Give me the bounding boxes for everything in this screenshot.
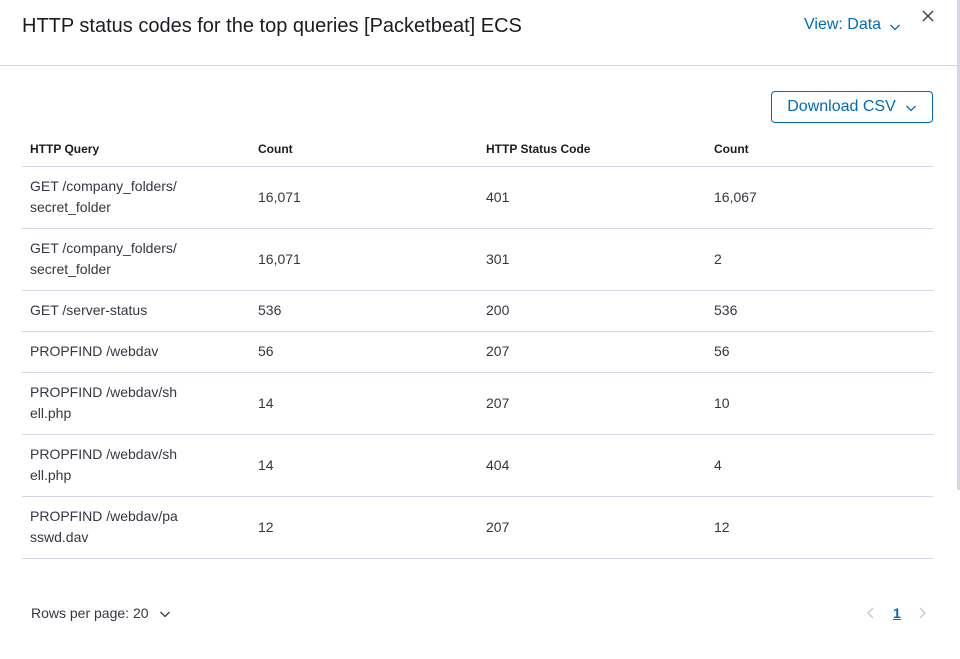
table-row: PROPFIND /webdav/shell.php 14 404 4	[22, 434, 933, 497]
cell-count: 12	[250, 496, 478, 559]
chevron-down-icon	[159, 607, 171, 619]
chevron-down-icon	[889, 19, 901, 31]
cell-count: 2	[706, 228, 933, 291]
cell-http-query: PROPFIND /webdav/passwd.dav	[30, 508, 178, 545]
flyout-title: HTTP status codes for the top queries [P…	[22, 15, 522, 37]
download-csv-button[interactable]: Download CSV	[771, 91, 933, 123]
flyout-panel: HTTP status codes for the top queries [P…	[0, 0, 960, 659]
cell-count: 4	[706, 434, 933, 497]
table-row: GET /server-status 536 200 536	[22, 290, 933, 332]
cell-status-code: 207	[478, 331, 706, 373]
cell-count: 536	[706, 290, 933, 332]
column-header-count[interactable]: Count	[250, 131, 478, 167]
rows-per-page-label: Rows per page: 20	[31, 605, 149, 621]
cell-status-code: 301	[478, 228, 706, 291]
cell-status-code: 200	[478, 290, 706, 332]
download-csv-label: Download CSV	[787, 98, 896, 115]
previous-page-icon[interactable]	[864, 606, 878, 620]
view-mode-label: View: Data	[804, 16, 882, 33]
cell-status-code: 404	[478, 434, 706, 497]
cell-http-query: GET /server-status	[30, 302, 148, 318]
pagination: 1	[864, 605, 929, 621]
cell-http-query: GET /company_folders/secret_folder	[30, 240, 177, 277]
table-row: PROPFIND /webdav/shell.php 14 207 10	[22, 372, 933, 435]
page-number-link[interactable]: 1	[893, 605, 901, 621]
cell-http-query: GET /company_folders/secret_folder	[30, 178, 177, 215]
cell-http-query: PROPFIND /webdav/shell.php	[30, 384, 178, 421]
cell-count: 56	[706, 331, 933, 373]
table-row: GET /company_folders/secret_folder 16,07…	[22, 228, 933, 291]
cell-status-code: 207	[478, 372, 706, 435]
cell-count: 56	[250, 331, 478, 373]
rows-per-page-button[interactable]: Rows per page: 20	[31, 605, 171, 621]
cell-count: 16,071	[250, 228, 478, 291]
table-row: PROPFIND /webdav/passwd.dav 12 207 12	[22, 496, 933, 559]
cell-status-code: 401	[478, 166, 706, 229]
next-page-icon[interactable]	[915, 606, 929, 620]
cell-count: 12	[706, 496, 933, 559]
view-mode-button[interactable]: View: Data	[804, 15, 901, 35]
close-icon[interactable]	[920, 8, 936, 24]
cell-count: 536	[250, 290, 478, 332]
column-header-count[interactable]: Count	[706, 131, 933, 167]
chevron-down-icon	[905, 101, 917, 113]
cell-http-query: PROPFIND /webdav/shell.php	[30, 446, 178, 483]
table-row: GET /company_folders/secret_folder 16,07…	[22, 166, 933, 229]
table-row: PROPFIND /webdav 56 207 56	[22, 331, 933, 373]
table-header-row: HTTP Query Count HTTP Status Code Count	[22, 131, 933, 167]
cell-count: 10	[706, 372, 933, 435]
cell-http-query: PROPFIND /webdav	[30, 343, 159, 359]
cell-count: 14	[250, 434, 478, 497]
cell-count: 14	[250, 372, 478, 435]
cell-count: 16,067	[706, 166, 933, 229]
column-header-http-query[interactable]: HTTP Query	[22, 131, 250, 167]
column-header-http-status-code[interactable]: HTTP Status Code	[478, 131, 706, 167]
cell-status-code: 207	[478, 496, 706, 559]
flyout-header: HTTP status codes for the top queries [P…	[0, 0, 960, 66]
data-table: HTTP Query Count HTTP Status Code Count …	[22, 131, 933, 559]
cell-count: 16,071	[250, 166, 478, 229]
